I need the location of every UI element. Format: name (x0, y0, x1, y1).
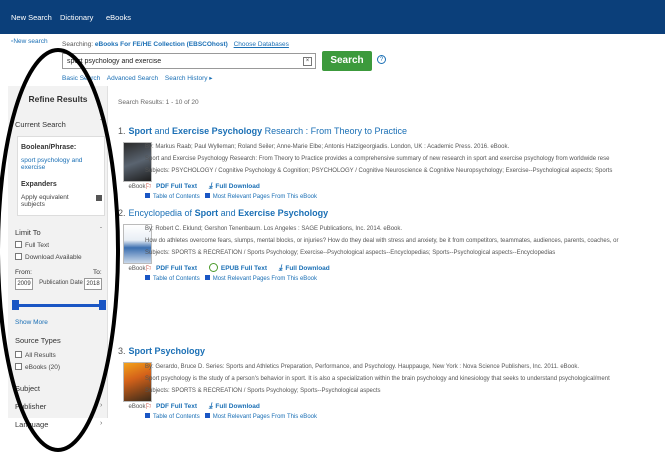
basic-search-link[interactable]: Basic Search (62, 75, 100, 82)
choose-databases-link[interactable]: Choose Databases (234, 41, 289, 48)
checkbox-icon[interactable] (15, 351, 22, 358)
searching-line: Searching: eBooks For FE/HE Collection (… (62, 41, 289, 48)
result-links: Table of Contents Most Relevant Pages Fr… (145, 275, 317, 282)
collapse-icon[interactable]: ˇ (100, 228, 102, 234)
result-byline: By: Gerardo, Bruce D. Series: Sports and… (145, 364, 580, 370)
result-title[interactable]: 3. Sport Psychology (118, 346, 205, 356)
publisher-facet[interactable]: Publisher (15, 402, 46, 411)
refine-results-sidebar: Refine Results Current Search ˇ Boolean/… (8, 86, 108, 429)
date-slider-track[interactable] (15, 304, 103, 307)
result-title[interactable]: 2. Encyclopedia of Sport and Exercise Psy… (118, 208, 328, 218)
current-search-box: Boolean/Phrase: sport psychology and exe… (17, 136, 105, 216)
source-types-heading[interactable]: Source Types (15, 336, 61, 345)
result-actions: ⚐ PDF Full Text EPUB Full Text ⤓ Full Down… (145, 263, 340, 273)
from-year-input[interactable]: 2009 (15, 278, 33, 290)
checkbox-icon[interactable] (15, 363, 22, 370)
pdf-icon: ⚐ (145, 402, 153, 411)
results-count: Search Results: 1 - 10 of 20 (118, 99, 199, 106)
clear-icon[interactable]: × (303, 57, 312, 66)
pdf-full-text-link[interactable]: ⚐ PDF Full Text (145, 182, 197, 191)
most-relevant-pages-link[interactable]: Most Relevant Pages From This eBook (213, 194, 317, 200)
publication-date-label: Publication Date (39, 280, 83, 286)
result-abstract: Sport psychology is the study of a perso… (145, 376, 610, 382)
show-more-link[interactable]: Show More (15, 319, 48, 326)
expand-icon (145, 193, 150, 198)
advanced-search-link[interactable]: Advanced Search (107, 75, 158, 82)
result-links: Table of Contents Most Relevant Pages Fr… (145, 413, 317, 420)
search-links: Basic Search Advanced Search Search Hist… (62, 74, 218, 82)
checkbox-icon[interactable] (15, 253, 22, 260)
refine-results-title: Refine Results (28, 94, 88, 104)
subject-facet[interactable]: Subject (15, 384, 40, 393)
table-of-contents-link[interactable]: Table of Contents (153, 276, 200, 282)
result-subjects: Subjects: SPORTS & RECREATION / Sports P… (145, 250, 556, 256)
full-text-checkbox[interactable]: Full Text (15, 241, 49, 249)
to-year-input[interactable]: 2018 (84, 278, 102, 290)
pdf-full-text-link[interactable]: ⚐ PDF Full Text (145, 402, 197, 411)
chevron-right-icon[interactable]: › (100, 384, 102, 391)
all-results-checkbox[interactable]: All Results (15, 351, 56, 359)
expand-icon (204, 413, 210, 418)
pdf-icon: ⚐ (145, 182, 153, 191)
result-abstract: How do athletes overcome fears, slumps, … (145, 238, 619, 244)
remove-expander-icon[interactable] (96, 195, 102, 201)
ebooks-checkbox[interactable]: eBooks (20) (15, 363, 60, 371)
epub-full-text-link[interactable]: EPUB Full Text (208, 263, 267, 272)
result-byline: By: Robert C. Eklund; Gershon Tenenbaum.… (145, 226, 403, 232)
full-download-link[interactable]: ⤓ Full Download (208, 181, 260, 190)
search-button[interactable]: Search (322, 51, 372, 71)
collapse-icon[interactable]: ˇ (100, 120, 102, 126)
checkbox-icon[interactable] (15, 241, 22, 248)
result-actions: ⚐ PDF Full Text ⤓ Full Download (145, 181, 270, 191)
result-links: Table of Contents Most Relevant Pages Fr… (145, 193, 317, 200)
download-icon: ⤓ (278, 263, 283, 272)
language-facet[interactable]: Language (15, 420, 48, 429)
help-icon[interactable]: ? (377, 55, 386, 64)
database-name: eBooks For FE/HE Collection (EBSCOhost) (94, 41, 228, 48)
search-box[interactable]: × (62, 53, 316, 69)
result-title[interactable]: 1. Sport and Exercise Psychology Research… (118, 126, 407, 136)
download-icon: ⤓ (208, 401, 213, 410)
result-abstract: Sport and Exercise Psychology Research: … (145, 156, 610, 162)
nav-new-search[interactable]: New Search (11, 13, 52, 22)
nav-ebooks[interactable]: eBooks (106, 13, 131, 22)
expand-icon (145, 275, 150, 280)
new-search-logo[interactable]: ▫New search (11, 38, 48, 45)
boolean-phrase-value[interactable]: sport psychology and exercise (21, 157, 101, 171)
result-subjects: Subjects: SPORTS & RECREATION / Sports P… (145, 388, 381, 394)
table-of-contents-link[interactable]: Table of Contents (153, 194, 200, 200)
most-relevant-pages-link[interactable]: Most Relevant Pages From This eBook (213, 414, 317, 420)
nav-dictionary[interactable]: Dictionary (60, 13, 93, 22)
result-byline: By: Markus Raab; Paul Wylleman; Roland S… (145, 144, 510, 150)
download-available-checkbox[interactable]: Download Available (15, 253, 82, 261)
expand-icon (204, 193, 210, 198)
pdf-icon: ⚐ (145, 264, 153, 273)
expanders-label: Expanders (21, 181, 57, 188)
from-label: From: (15, 269, 32, 276)
most-relevant-pages-link[interactable]: Most Relevant Pages From This eBook (213, 276, 317, 282)
epub-icon (208, 263, 218, 272)
result-subjects: Subjects: PSYCHOLOGY / Cognitive Psychol… (145, 168, 613, 174)
result-actions: ⚐ PDF Full Text ⤓ Full Download (145, 401, 270, 411)
apply-equivalent-subjects: Apply equivalent subjects (21, 194, 69, 208)
full-download-link[interactable]: ⤓ Full Download (208, 401, 260, 410)
expand-icon (145, 413, 150, 418)
chevron-right-icon[interactable]: › (100, 420, 102, 427)
search-history-link[interactable]: Search History ▸ (165, 75, 213, 82)
chevron-right-icon[interactable]: › (100, 402, 102, 409)
boolean-phrase-label: Boolean/Phrase: (21, 144, 77, 151)
download-icon: ⤓ (208, 181, 213, 190)
expand-icon (204, 275, 210, 280)
table-of-contents-link[interactable]: Table of Contents (153, 414, 200, 420)
top-nav-bar: New Search Dictionary eBooks (0, 0, 665, 34)
to-label: To: (93, 269, 102, 276)
pdf-full-text-link[interactable]: ⚐ PDF Full Text (145, 264, 197, 273)
date-slider-handle-start[interactable] (12, 300, 19, 310)
full-download-link[interactable]: ⤓ Full Download (278, 263, 330, 272)
search-input[interactable] (67, 56, 297, 67)
limit-to-heading[interactable]: Limit To (15, 228, 41, 237)
current-search-heading[interactable]: Current Search (15, 120, 66, 129)
date-slider-handle-end[interactable] (99, 300, 106, 310)
